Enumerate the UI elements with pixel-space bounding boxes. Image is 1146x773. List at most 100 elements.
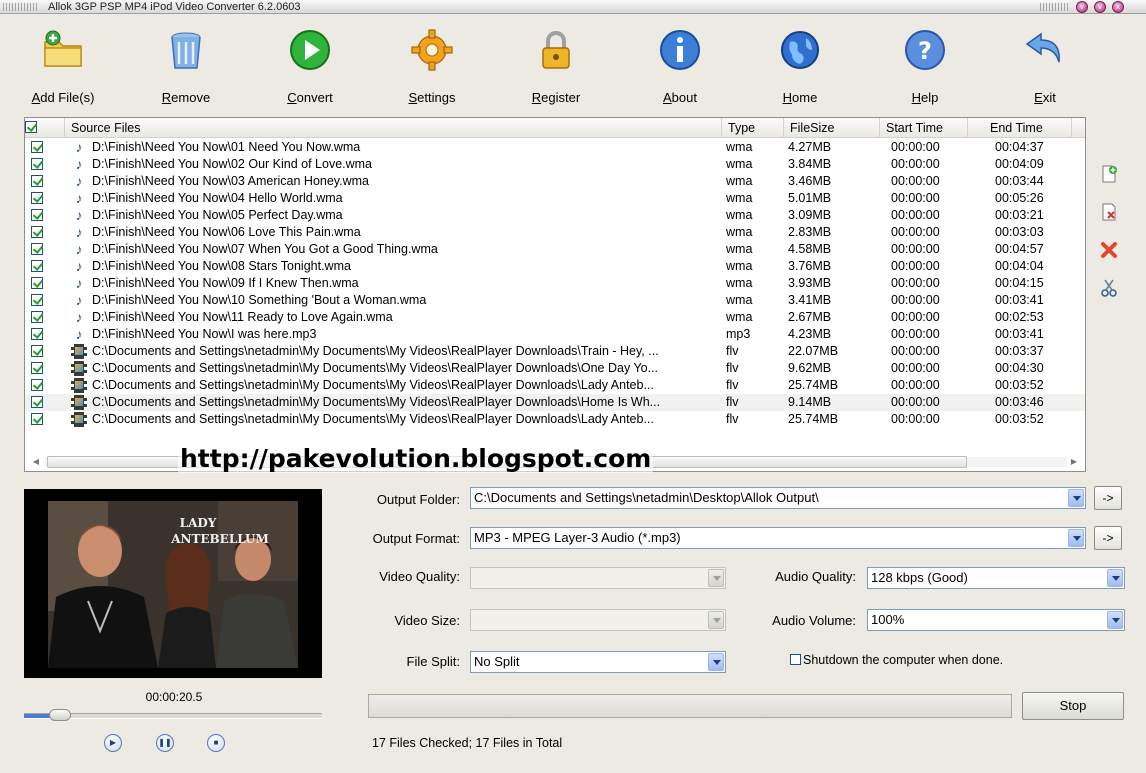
format-settings-button[interactable]: -> — [1094, 526, 1122, 550]
row-checkbox[interactable] — [31, 192, 43, 204]
source-path-cell: D:\Finish\Need You Now\11 Ready to Love … — [92, 310, 393, 324]
home-button[interactable]: Home — [750, 28, 850, 108]
row-checkbox[interactable] — [31, 328, 43, 340]
register-button[interactable]: Register — [506, 28, 606, 108]
table-row[interactable]: ♪ D:\Finish\Need You Now\11 Ready to Love… — [25, 309, 1085, 326]
table-row[interactable]: ♪ D:\Finish\Need You Now\06 Love This Pai… — [25, 224, 1085, 241]
play-button[interactable]: ▶ — [104, 734, 122, 752]
stop-playback-button[interactable]: ■ — [207, 734, 225, 752]
filesize-cell: 25.74MB — [788, 378, 839, 392]
settings-button[interactable]: Settings — [382, 28, 482, 108]
chevron-down-icon[interactable] — [708, 653, 724, 671]
seek-knob[interactable] — [48, 709, 71, 721]
stop-button[interactable]: Stop — [1022, 692, 1124, 720]
row-checkbox[interactable] — [31, 209, 43, 221]
output-folder-select[interactable]: C:\Documents and Settings\netadmin\Deskt… — [470, 487, 1086, 509]
table-row[interactable]: ♪ D:\Finish\Need You Now\10 Something 'Bo… — [25, 292, 1085, 309]
shutdown-checkbox[interactable] — [790, 654, 801, 665]
row-checkbox[interactable] — [31, 243, 43, 255]
table-row[interactable]: ♪ D:\Finish\Need You Now\01 Need You Now.… — [25, 139, 1085, 156]
about-button[interactable]: About — [630, 28, 730, 108]
table-row[interactable]: ♪ D:\Finish\Need You Now\07 When You Got … — [25, 241, 1085, 258]
chevron-down-icon[interactable] — [1068, 529, 1084, 547]
output-format-select[interactable]: MP3 - MPEG Layer-3 Audio (*.mp3) — [470, 527, 1086, 549]
table-row[interactable]: ♪ D:\Finish\Need You Now\08 Stars Tonight… — [25, 258, 1085, 275]
col-start-time[interactable]: Start Time — [880, 118, 968, 138]
scroll-right-arrow[interactable]: ▶ — [1067, 455, 1081, 469]
minimize-button[interactable]: v — [1076, 1, 1088, 13]
help-button[interactable]: ? Help — [875, 28, 975, 108]
chevron-down-icon[interactable] — [708, 569, 724, 587]
add-files-button[interactable]: Add File(s) — [13, 28, 113, 108]
table-row[interactable]: ♪ D:\Finish\Need You Now\03 American Hone… — [25, 173, 1085, 190]
seek-slider[interactable] — [24, 709, 322, 721]
shutdown-label[interactable]: Shutdown the computer when done. — [803, 653, 1003, 667]
music-note-icon: ♪ — [75, 241, 83, 257]
row-checkbox[interactable] — [31, 158, 43, 170]
video-quality-select[interactable] — [470, 567, 726, 589]
chevron-down-icon[interactable] — [1107, 611, 1123, 629]
col-type[interactable]: Type — [722, 118, 784, 138]
table-row[interactable]: ♪ D:\Finish\Need You Now\04 Hello World.w… — [25, 190, 1085, 207]
type-cell: wma — [726, 276, 753, 290]
end-time-cell: 00:04:15 — [995, 276, 1044, 290]
video-size-select[interactable] — [470, 609, 726, 631]
help-icon: ? — [905, 30, 945, 70]
exit-label: Exit — [1034, 90, 1056, 105]
col-source-files[interactable]: Source Files — [65, 118, 722, 138]
table-row[interactable]: ♪ D:\Finish\Need You Now\09 If I Knew The… — [25, 275, 1085, 292]
music-note-icon: ♪ — [75, 275, 83, 291]
audio-quality-select[interactable]: 128 kbps (Good) — [867, 567, 1125, 589]
convert-button[interactable]: Convert — [260, 28, 360, 108]
browse-folder-button[interactable]: -> — [1094, 486, 1122, 510]
filesize-cell: 22.07MB — [788, 344, 839, 358]
table-row[interactable]: ♪ D:\Finish\Need You Now\02 Our Kind of L… — [25, 156, 1085, 173]
table-row[interactable]: C:\Documents and Settings\netadmin\My Do… — [25, 411, 1085, 428]
row-checkbox[interactable] — [31, 260, 43, 272]
row-checkbox[interactable] — [31, 311, 43, 323]
row-checkbox[interactable] — [31, 294, 43, 306]
chevron-down-icon[interactable] — [1068, 489, 1084, 507]
close-button[interactable]: x — [1112, 1, 1124, 13]
row-checkbox[interactable] — [31, 379, 43, 391]
table-row[interactable]: C:\Documents and Settings\netadmin\My Do… — [25, 394, 1085, 411]
table-row[interactable]: C:\Documents and Settings\netadmin\My Do… — [25, 377, 1085, 394]
type-cell: wma — [726, 140, 753, 154]
file-split-select[interactable]: No Split — [470, 651, 726, 673]
pause-button[interactable]: ❚❚ — [156, 734, 174, 752]
table-row[interactable]: C:\Documents and Settings\netadmin\My Do… — [25, 343, 1085, 360]
trash-icon — [171, 32, 201, 69]
file-list[interactable]: Source Files Type FileSize Start Time En… — [24, 117, 1086, 472]
title-bar[interactable]: Allok 3GP PSP MP4 iPod Video Converter 6… — [0, 0, 1146, 14]
table-row[interactable]: C:\Documents and Settings\netadmin\My Do… — [25, 360, 1085, 377]
scroll-left-arrow[interactable]: ◀ — [29, 455, 43, 469]
chevron-down-icon[interactable] — [708, 611, 724, 629]
video-preview: LADY ANTEBELLUM — [24, 489, 322, 678]
row-checkbox[interactable] — [31, 141, 43, 153]
row-checkbox[interactable] — [31, 396, 43, 408]
exit-button[interactable]: Exit — [995, 28, 1095, 108]
row-checkbox[interactable] — [31, 277, 43, 289]
remove-button[interactable]: Remove — [136, 28, 236, 108]
delete-icon[interactable] — [1099, 240, 1119, 260]
row-checkbox[interactable] — [31, 362, 43, 374]
row-checkbox[interactable] — [31, 345, 43, 357]
remove-file-icon[interactable] — [1099, 202, 1119, 222]
table-row[interactable]: ♪ D:\Finish\Need You Now\I was here.mp3 mp… — [25, 326, 1085, 343]
col-filesize[interactable]: FileSize — [784, 118, 880, 138]
maximize-button[interactable]: v — [1094, 1, 1106, 13]
row-checkbox[interactable] — [31, 175, 43, 187]
row-checkbox[interactable] — [31, 226, 43, 238]
filesize-cell: 2.67MB — [788, 310, 832, 324]
add-file-icon[interactable] — [1099, 164, 1119, 184]
window-title: Allok 3GP PSP MP4 iPod Video Converter 6… — [48, 1, 301, 13]
chevron-down-icon[interactable] — [1107, 569, 1123, 587]
select-all-checkbox[interactable] — [25, 121, 37, 133]
table-row[interactable]: ♪ D:\Finish\Need You Now\05 Perfect Day.w… — [25, 207, 1085, 224]
row-checkbox[interactable] — [31, 413, 43, 425]
cut-icon[interactable] — [1099, 278, 1119, 298]
video-file-icon — [71, 395, 87, 410]
audio-volume-select[interactable]: 100% — [867, 609, 1125, 631]
play-icon: ▶ — [109, 738, 117, 747]
col-end-time[interactable]: End Time — [968, 118, 1072, 138]
